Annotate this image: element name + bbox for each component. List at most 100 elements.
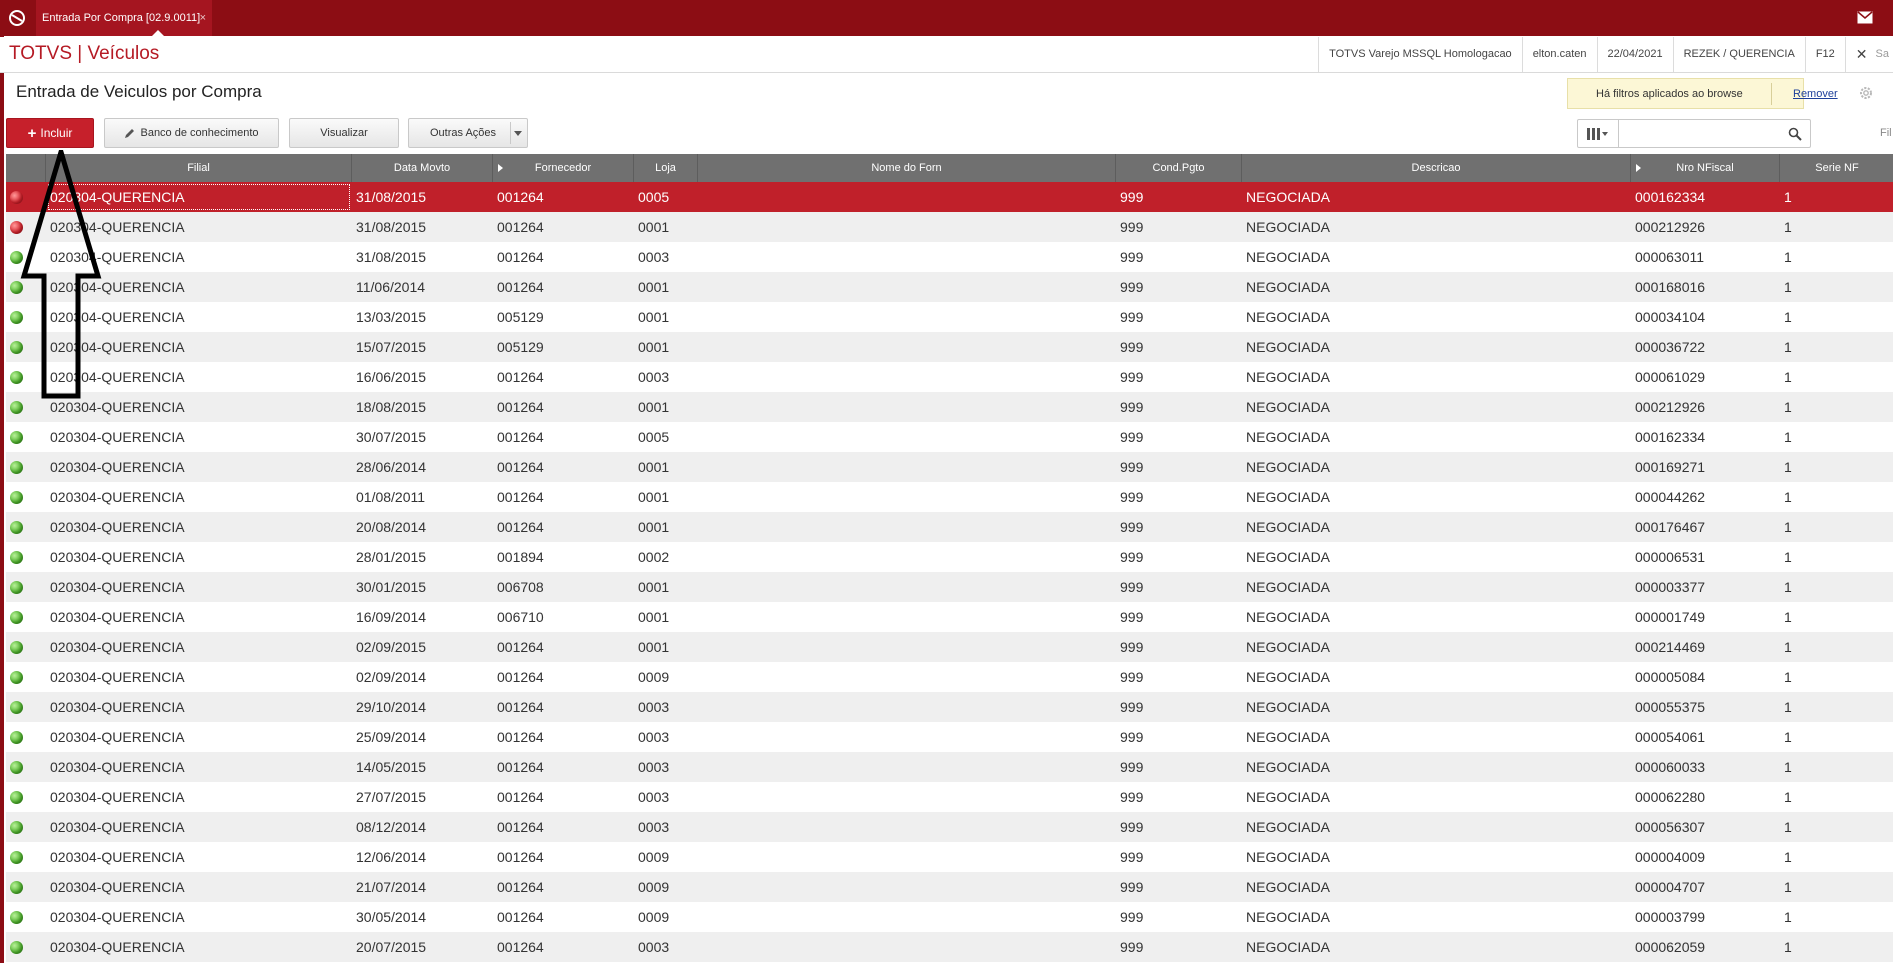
cell-fornecedor[interactable]: 001264 (493, 662, 634, 692)
cell-nome-forn[interactable] (698, 662, 1116, 692)
cell-descricao[interactable]: NEGOCIADA (1242, 932, 1631, 962)
cell-descricao[interactable]: NEGOCIADA (1242, 332, 1631, 362)
table-row[interactable]: 020304-QUERENCIA 14/05/2015 001264 0003 999 N… (6, 752, 1893, 782)
cell-loja[interactable]: 0001 (634, 572, 698, 602)
cell-filial[interactable]: 020304-QUERENCIA (46, 722, 352, 752)
cell-nro-nfiscal[interactable]: 000034104 (1631, 302, 1780, 332)
cell-descricao[interactable]: NEGOCIADA (1242, 512, 1631, 542)
cell-fornecedor[interactable]: 001264 (493, 902, 634, 932)
cell-cond-pgto[interactable]: 999 (1116, 212, 1242, 242)
cell-loja[interactable]: 0001 (634, 452, 698, 482)
cell-nro-nfiscal[interactable]: 000214469 (1631, 632, 1780, 662)
cell-filial[interactable]: 020304-QUERENCIA (46, 632, 352, 662)
cell-serie-nf[interactable]: 1 (1780, 602, 1893, 632)
cell-serie-nf[interactable]: 1 (1780, 362, 1893, 392)
cell-data-movto[interactable]: 28/01/2015 (352, 542, 493, 572)
table-row[interactable]: 020304-QUERENCIA 13/03/2015 005129 0001 999 N… (6, 302, 1893, 332)
column-header-data-movto[interactable]: Data Movto (352, 154, 493, 182)
cell-nro-nfiscal[interactable]: 000056307 (1631, 812, 1780, 842)
cell-descricao[interactable]: NEGOCIADA (1242, 752, 1631, 782)
cell-nro-nfiscal[interactable]: 000001749 (1631, 602, 1780, 632)
cell-serie-nf[interactable]: 1 (1780, 242, 1893, 272)
cell-data-movto[interactable]: 01/08/2011 (352, 482, 493, 512)
cell-nome-forn[interactable] (698, 902, 1116, 932)
cell-loja[interactable]: 0001 (634, 392, 698, 422)
cell-nome-forn[interactable] (698, 362, 1116, 392)
table-row[interactable]: 020304-QUERENCIA 11/06/2014 001264 0001 999 N… (6, 272, 1893, 302)
status-cell[interactable] (6, 452, 46, 482)
cell-loja[interactable]: 0002 (634, 542, 698, 572)
cell-nome-forn[interactable] (698, 332, 1116, 362)
status-cell[interactable] (6, 902, 46, 932)
cell-cond-pgto[interactable]: 999 (1116, 902, 1242, 932)
table-row[interactable]: 020304-QUERENCIA 18/08/2015 001264 0001 999 N… (6, 392, 1893, 422)
banco-conhecimento-button[interactable]: Banco de conhecimento (104, 118, 279, 148)
cell-loja[interactable]: 0009 (634, 902, 698, 932)
status-cell[interactable] (6, 692, 46, 722)
cell-filial[interactable]: 020304-QUERENCIA (46, 422, 352, 452)
cell-loja[interactable]: 0009 (634, 842, 698, 872)
cell-loja[interactable]: 0001 (634, 512, 698, 542)
status-cell[interactable] (6, 752, 46, 782)
cell-nro-nfiscal[interactable]: 000055375 (1631, 692, 1780, 722)
cell-loja[interactable]: 0001 (634, 272, 698, 302)
outras-acoes-button[interactable]: Outras Ações (408, 118, 528, 148)
column-header-nro-nfiscal[interactable]: Nro NFiscal (1631, 154, 1780, 182)
cell-data-movto[interactable]: 30/01/2015 (352, 572, 493, 602)
cell-fornecedor[interactable]: 006708 (493, 572, 634, 602)
cell-nome-forn[interactable] (698, 452, 1116, 482)
cell-filial[interactable]: 020304-QUERENCIA (46, 782, 352, 812)
cell-fornecedor[interactable]: 001264 (493, 182, 634, 212)
cell-data-movto[interactable]: 08/12/2014 (352, 812, 493, 842)
cell-nome-forn[interactable] (698, 512, 1116, 542)
cell-fornecedor[interactable]: 001264 (493, 392, 634, 422)
cell-filial[interactable]: 020304-QUERENCIA (46, 482, 352, 512)
cell-filial[interactable]: 020304-QUERENCIA (46, 902, 352, 932)
cell-cond-pgto[interactable]: 999 (1116, 632, 1242, 662)
cell-nome-forn[interactable] (698, 542, 1116, 572)
cell-fornecedor[interactable]: 006710 (493, 602, 634, 632)
cell-serie-nf[interactable]: 1 (1780, 722, 1893, 752)
status-cell[interactable] (6, 782, 46, 812)
cell-cond-pgto[interactable]: 999 (1116, 452, 1242, 482)
cell-cond-pgto[interactable]: 999 (1116, 302, 1242, 332)
cell-nome-forn[interactable] (698, 482, 1116, 512)
cell-data-movto[interactable]: 31/08/2015 (352, 242, 493, 272)
cell-fornecedor[interactable]: 001264 (493, 272, 634, 302)
cell-nome-forn[interactable] (698, 632, 1116, 662)
cell-nome-forn[interactable] (698, 842, 1116, 872)
cell-cond-pgto[interactable]: 999 (1116, 602, 1242, 632)
cell-descricao[interactable]: NEGOCIADA (1242, 482, 1631, 512)
column-header-loja[interactable]: Loja (634, 154, 698, 182)
cell-fornecedor[interactable]: 001264 (493, 452, 634, 482)
cell-cond-pgto[interactable]: 999 (1116, 482, 1242, 512)
column-header-fornecedor[interactable]: Fornecedor (493, 154, 634, 182)
cell-serie-nf[interactable]: 1 (1780, 692, 1893, 722)
cell-cond-pgto[interactable]: 999 (1116, 662, 1242, 692)
table-row[interactable]: 020304-QUERENCIA 30/01/2015 006708 0001 999 N… (6, 572, 1893, 602)
cell-loja[interactable]: 0001 (634, 632, 698, 662)
cell-data-movto[interactable]: 30/07/2015 (352, 422, 493, 452)
cell-data-movto[interactable]: 31/08/2015 (352, 212, 493, 242)
incluir-button[interactable]: + Incluir (6, 118, 94, 148)
table-row[interactable]: 020304-QUERENCIA 21/07/2014 001264 0009 999 N… (6, 872, 1893, 902)
cell-nro-nfiscal[interactable]: 000162334 (1631, 182, 1780, 212)
cell-nro-nfiscal[interactable]: 000036722 (1631, 332, 1780, 362)
cell-nro-nfiscal[interactable]: 000169271 (1631, 452, 1780, 482)
status-cell[interactable] (6, 632, 46, 662)
cell-nome-forn[interactable] (698, 932, 1116, 962)
cell-descricao[interactable]: NEGOCIADA (1242, 812, 1631, 842)
cell-cond-pgto[interactable]: 999 (1116, 812, 1242, 842)
cell-serie-nf[interactable]: 1 (1780, 332, 1893, 362)
cell-filial[interactable]: 020304-QUERENCIA (46, 932, 352, 962)
cell-nro-nfiscal[interactable]: 000063011 (1631, 242, 1780, 272)
cell-nro-nfiscal[interactable]: 000062059 (1631, 932, 1780, 962)
cell-fornecedor[interactable]: 001264 (493, 632, 634, 662)
close-icon[interactable]: ✕ (1844, 37, 1876, 72)
cell-data-movto[interactable]: 18/08/2015 (352, 392, 493, 422)
cell-descricao[interactable]: NEGOCIADA (1242, 842, 1631, 872)
cell-fornecedor[interactable]: 001264 (493, 842, 634, 872)
status-cell[interactable] (6, 932, 46, 962)
cell-data-movto[interactable]: 15/07/2015 (352, 332, 493, 362)
cell-nome-forn[interactable] (698, 692, 1116, 722)
